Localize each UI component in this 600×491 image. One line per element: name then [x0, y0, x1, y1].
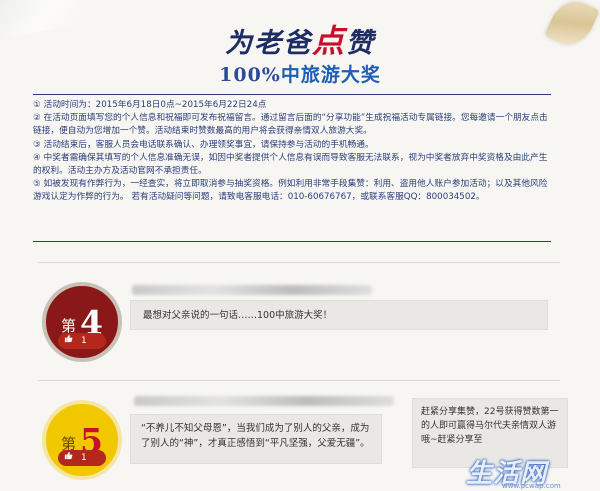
rank-badge: 第 4 [42, 282, 122, 362]
comment-text: 最想对父亲说的一句话……100中旅游大奖！ [143, 310, 333, 321]
comment-text: “不养儿不知父母恩”，当我们成为了别人的父亲，成为了别人的“神”，才真正感悟到“… [141, 423, 370, 449]
blurred-username [132, 285, 372, 295]
rule-item: ② 在活动页面填写您的个人信息和祝福即可发布祝福留言。通过留言后面的“分享功能”… [33, 113, 548, 137]
like-count: 1 [81, 336, 87, 346]
rule-item: ⑤ 如被发现有作弊行为，一经查实，将立即取消参与抽奖资格。例如利用非常手段集赞：… [33, 179, 548, 203]
comment-bubble: 最想对父亲说的一句话……100中旅游大奖！ [130, 300, 548, 330]
title-part1: 为老爸 [224, 28, 312, 59]
event-page: 为老爸点赞 100%中旅游大奖 ① 活动时间为：2015年6月18日0点~201… [0, 0, 600, 491]
thumbs-up-icon [64, 450, 73, 466]
subtitle-num: 100% [219, 64, 281, 86]
title-part2: 赞 [346, 28, 375, 59]
like-count: 1 [81, 453, 87, 463]
reply-text: 赶紧分享集赞，22号获得赞数第一的人即可赢得马尔代夫亲情双人游哦~赶紧分享至 [421, 407, 559, 445]
rule-item: ③ 活动结束后，客服人员会电话联系确认、办理领奖事宜，请保持参与活动的手机畅通。 [33, 139, 374, 150]
title-highlight: 点 [311, 22, 346, 60]
page-title: 为老爸点赞 [0, 16, 600, 62]
comment-bubble: “不养儿不知父母恩”，当我们成为了别人的父亲，成为了别人的“神”，才真正感悟到“… [130, 414, 382, 464]
rules-box: ① 活动时间为：2015年6月18日0点~2015年6月22日24点 ② 在活动… [33, 94, 551, 242]
rank-badge: 第 5 [42, 400, 122, 480]
thumbs-up-icon [64, 333, 73, 349]
rule-item: ① 活动时间为：2015年6月18日0点~2015年6月22日24点 [33, 100, 267, 110]
blurred-username [134, 396, 394, 406]
subtitle-text: 中旅游大奖 [280, 64, 381, 86]
page-subtitle: 100%中旅游大奖 [0, 60, 600, 87]
watermark-url: www.pcwap.com [502, 482, 561, 490]
like-button[interactable]: 1 [58, 450, 106, 466]
rule-item: ④ 中奖者需确保其填写的个人信息准确无误，如因中奖者提供个人信息有误而导致客服无… [33, 152, 548, 177]
divider [38, 380, 560, 381]
divider [38, 262, 560, 263]
like-button[interactable]: 1 [58, 333, 106, 349]
